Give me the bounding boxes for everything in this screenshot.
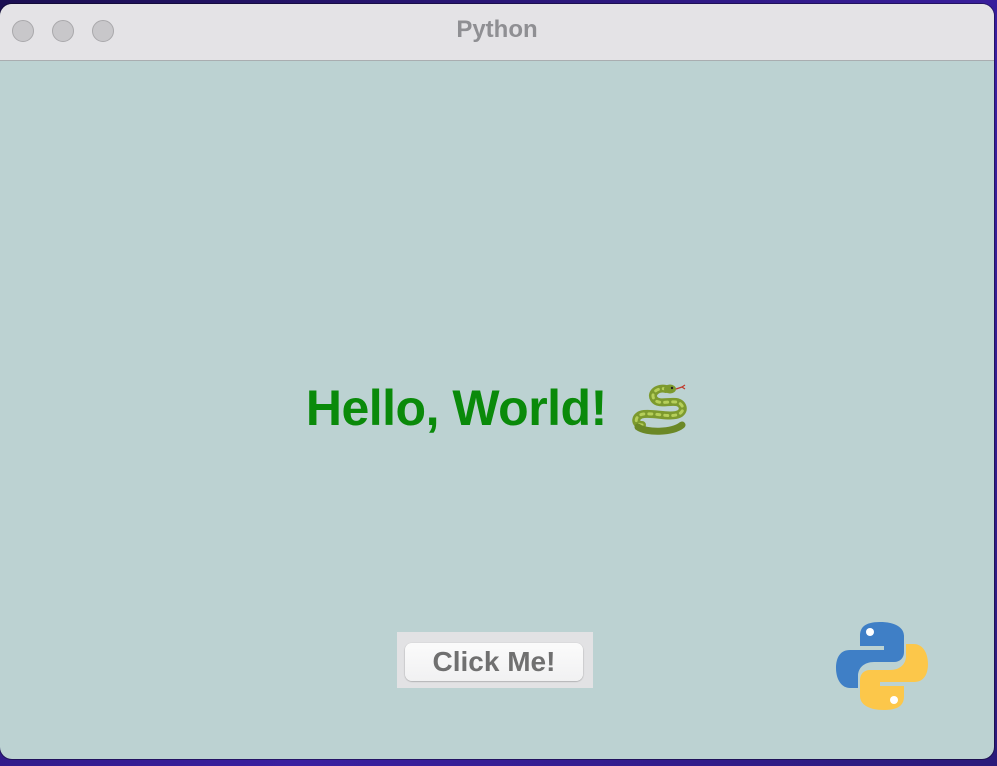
window-title: Python — [456, 16, 538, 43]
window-content: Hello, World! Click Me! — [0, 61, 994, 759]
app-window: Python Hello, World! Click Me! — [0, 4, 994, 759]
greeting-label: Hello, World! — [0, 379, 994, 439]
greeting-text: Hello, World! — [305, 380, 607, 436]
python-logo — [836, 622, 928, 710]
window-titlebar[interactable]: Python — [0, 4, 994, 61]
click-me-button[interactable]: Click Me! — [405, 643, 583, 681]
button-frame: Click Me! — [397, 632, 593, 688]
snake-icon — [632, 384, 687, 435]
